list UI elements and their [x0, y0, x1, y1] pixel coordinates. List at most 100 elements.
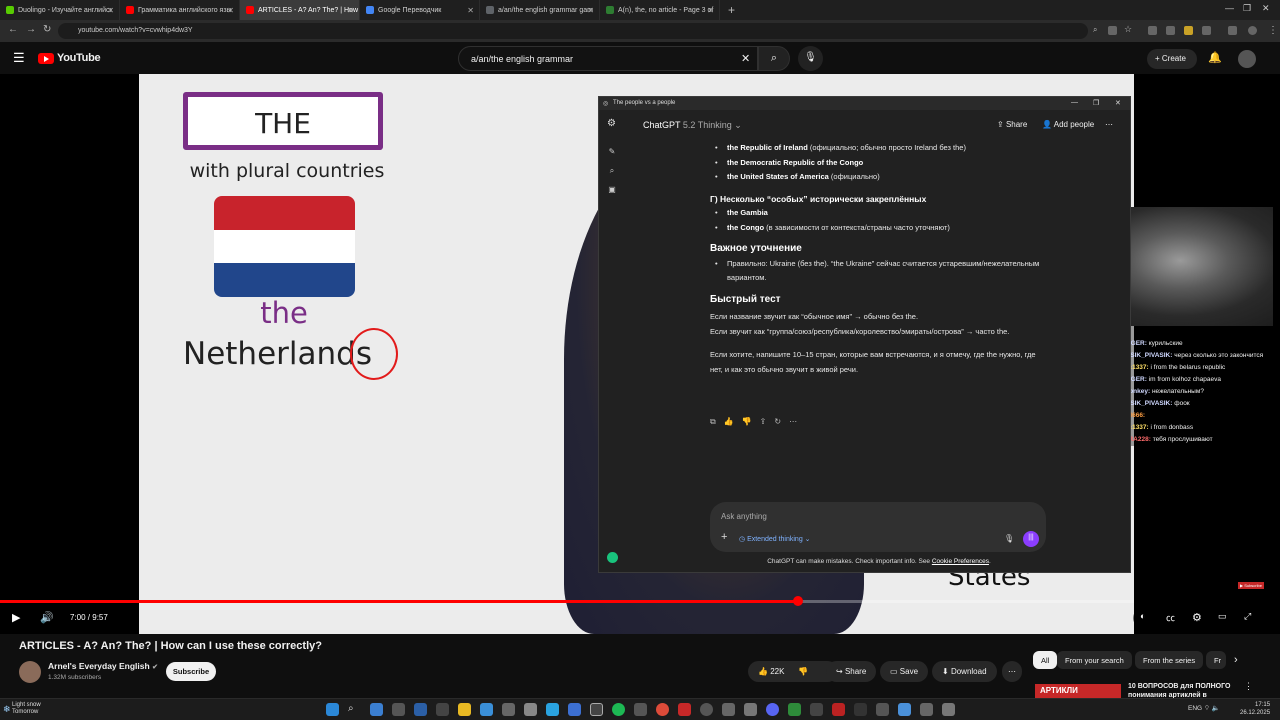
- more-horizontal-icon[interactable]: ⋯: [789, 417, 797, 427]
- close-icon[interactable]: ✕: [587, 6, 594, 15]
- filter-chip-more[interactable]: Fr: [1206, 651, 1226, 669]
- regenerate-icon[interactable]: ↻: [774, 417, 781, 427]
- app-icon[interactable]: [810, 703, 823, 716]
- minimize-icon[interactable]: —: [1071, 99, 1078, 106]
- close-icon[interactable]: ✕: [707, 6, 714, 15]
- chatgpt-icon[interactable]: [590, 703, 603, 716]
- app-icon[interactable]: [832, 703, 845, 716]
- cookie-preferences-link[interactable]: Cookie Preferences: [932, 558, 989, 565]
- youtube-logo[interactable]: YouTube: [38, 52, 101, 64]
- app-icon[interactable]: [524, 703, 537, 716]
- zoom-icon[interactable]: ⌕: [1093, 25, 1102, 34]
- app-icon[interactable]: [370, 703, 383, 716]
- thumbs-down-icon[interactable]: 👎: [742, 417, 752, 427]
- telegram-icon[interactable]: [546, 703, 559, 716]
- weather-widget[interactable]: Light snow Tomorrow: [12, 702, 41, 716]
- extension-icon[interactable]: [1166, 26, 1175, 35]
- browser-tab[interactable]: Грамматика английского язы ✕: [120, 0, 240, 20]
- app-icon[interactable]: [722, 703, 735, 716]
- app-icon[interactable]: [634, 703, 647, 716]
- create-button[interactable]: + Create: [1147, 49, 1197, 69]
- copy-icon[interactable]: ⧉: [710, 417, 716, 427]
- search-button[interactable]: ⌕: [758, 46, 790, 71]
- chevron-right-icon[interactable]: ›: [1234, 654, 1238, 666]
- extension-icon[interactable]: [1184, 26, 1193, 35]
- extended-thinking-button[interactable]: ◷ Extended thinking ⌄: [739, 535, 811, 543]
- avatar[interactable]: [1238, 50, 1256, 68]
- plus-icon[interactable]: +: [721, 531, 727, 543]
- app-icon[interactable]: [568, 703, 581, 716]
- microphone-icon[interactable]: 🎙: [1004, 534, 1014, 543]
- forward-icon[interactable]: →: [26, 24, 36, 35]
- system-tray[interactable]: ENG ⌔ 🔈: [1188, 703, 1220, 712]
- fullscreen-icon[interactable]: ⤢: [1244, 611, 1251, 622]
- close-icon[interactable]: ✕: [227, 6, 234, 15]
- subscribe-button[interactable]: Subscribe: [166, 662, 216, 681]
- minimize-icon[interactable]: —: [1225, 3, 1234, 13]
- chatgpt-window[interactable]: ◎ The people vs a people — ❐ ✕ ⚙ ChatGPT…: [598, 96, 1131, 573]
- save-button[interactable]: ▭ Save: [880, 661, 929, 682]
- thumbs-down-icon[interactable]: 👎: [798, 667, 808, 676]
- filter-chip-series[interactable]: From the series: [1135, 651, 1204, 669]
- autoplay-toggle-icon[interactable]: ◐: [1140, 611, 1145, 621]
- play-icon[interactable]: ▶: [12, 611, 20, 624]
- app-icon[interactable]: [480, 703, 493, 716]
- download-button[interactable]: ⬇ Download: [932, 661, 997, 682]
- browser-tab[interactable]: Duolingo - Изучайте английск ✕: [0, 0, 120, 20]
- search-input[interactable]: a/an/the english grammar ✕: [458, 46, 758, 71]
- model-selector[interactable]: ChatGPT 5.2 Thinking ⌄: [643, 120, 742, 131]
- reload-icon[interactable]: ↻: [43, 24, 51, 35]
- extensions-puzzle-icon[interactable]: [1202, 26, 1211, 35]
- avatar[interactable]: [1248, 26, 1257, 35]
- app-icon[interactable]: [436, 703, 449, 716]
- url-field[interactable]: youtube.com/watch?v=cvwhip4dw3Y: [58, 23, 1088, 39]
- browser-tab[interactable]: a/an/the english grammar gam ✕: [480, 0, 600, 20]
- close-icon[interactable]: ✕: [1115, 99, 1121, 107]
- back-icon[interactable]: ←: [8, 24, 18, 35]
- chatgpt-logo-icon[interactable]: ⚙: [607, 118, 616, 129]
- close-icon[interactable]: ✕: [467, 6, 474, 15]
- more-vertical-icon[interactable]: ⋮: [1244, 681, 1253, 692]
- app-icon[interactable]: [854, 703, 867, 716]
- new-tab-icon[interactable]: +: [728, 3, 735, 17]
- app-icon[interactable]: [678, 703, 691, 716]
- subtitles-icon[interactable]: ㏄: [1166, 611, 1175, 624]
- voice-search-button[interactable]: 🎙: [798, 46, 823, 71]
- discord-icon[interactable]: [766, 703, 779, 716]
- app-icon[interactable]: [700, 703, 713, 716]
- library-icon[interactable]: ▣: [607, 185, 617, 195]
- app-icon[interactable]: [502, 703, 515, 716]
- maximize-icon[interactable]: ❐: [1093, 99, 1099, 107]
- progress-scrubber[interactable]: [792, 596, 803, 606]
- extension-icon[interactable]: [1148, 26, 1157, 35]
- app-icon[interactable]: [414, 703, 427, 716]
- channel-name[interactable]: Arnel's Everyday English ✔: [48, 661, 158, 671]
- app-icon[interactable]: [920, 703, 933, 716]
- app-icon[interactable]: [942, 703, 955, 716]
- chat-composer[interactable]: Ask anything + ◷ Extended thinking ⌄ 🎙 |…: [710, 502, 1046, 552]
- recommended-thumbnail[interactable]: АРТИКЛИ: [1035, 684, 1121, 698]
- notifications-bell-icon[interactable]: 🔔: [1208, 51, 1222, 64]
- filter-chip-all[interactable]: All: [1033, 651, 1058, 669]
- bookmark-star-icon[interactable]: ☆: [1124, 24, 1133, 34]
- share-icon[interactable]: ⇪: [760, 417, 767, 427]
- menu-icon[interactable]: ☰: [13, 50, 25, 66]
- system-clock[interactable]: 17:15 26.12.2025: [1240, 701, 1270, 717]
- clear-search-icon[interactable]: ✕: [741, 52, 750, 65]
- maximize-icon[interactable]: ❐: [1243, 3, 1251, 14]
- app-icon[interactable]: [788, 703, 801, 716]
- spotify-icon[interactable]: [612, 703, 625, 716]
- browser-tab-active[interactable]: ARTICLES - A? An? The? | How ✕: [240, 0, 360, 20]
- like-button[interactable]: 👍 22K 👎: [748, 661, 838, 682]
- search-icon[interactable]: ⌕: [348, 703, 361, 716]
- app-icon[interactable]: [876, 703, 889, 716]
- volume-icon[interactable]: 🔊: [40, 611, 54, 624]
- app-icon[interactable]: [392, 703, 405, 716]
- close-icon[interactable]: ✕: [347, 6, 354, 15]
- profile-icon[interactable]: [1228, 26, 1237, 35]
- search-icon[interactable]: ⌕: [607, 166, 617, 176]
- close-window-icon[interactable]: ✕: [1262, 3, 1270, 14]
- windows-start-icon[interactable]: [326, 703, 339, 716]
- add-people-button[interactable]: 👤 Add people: [1042, 120, 1094, 129]
- chrome-icon[interactable]: [656, 703, 669, 716]
